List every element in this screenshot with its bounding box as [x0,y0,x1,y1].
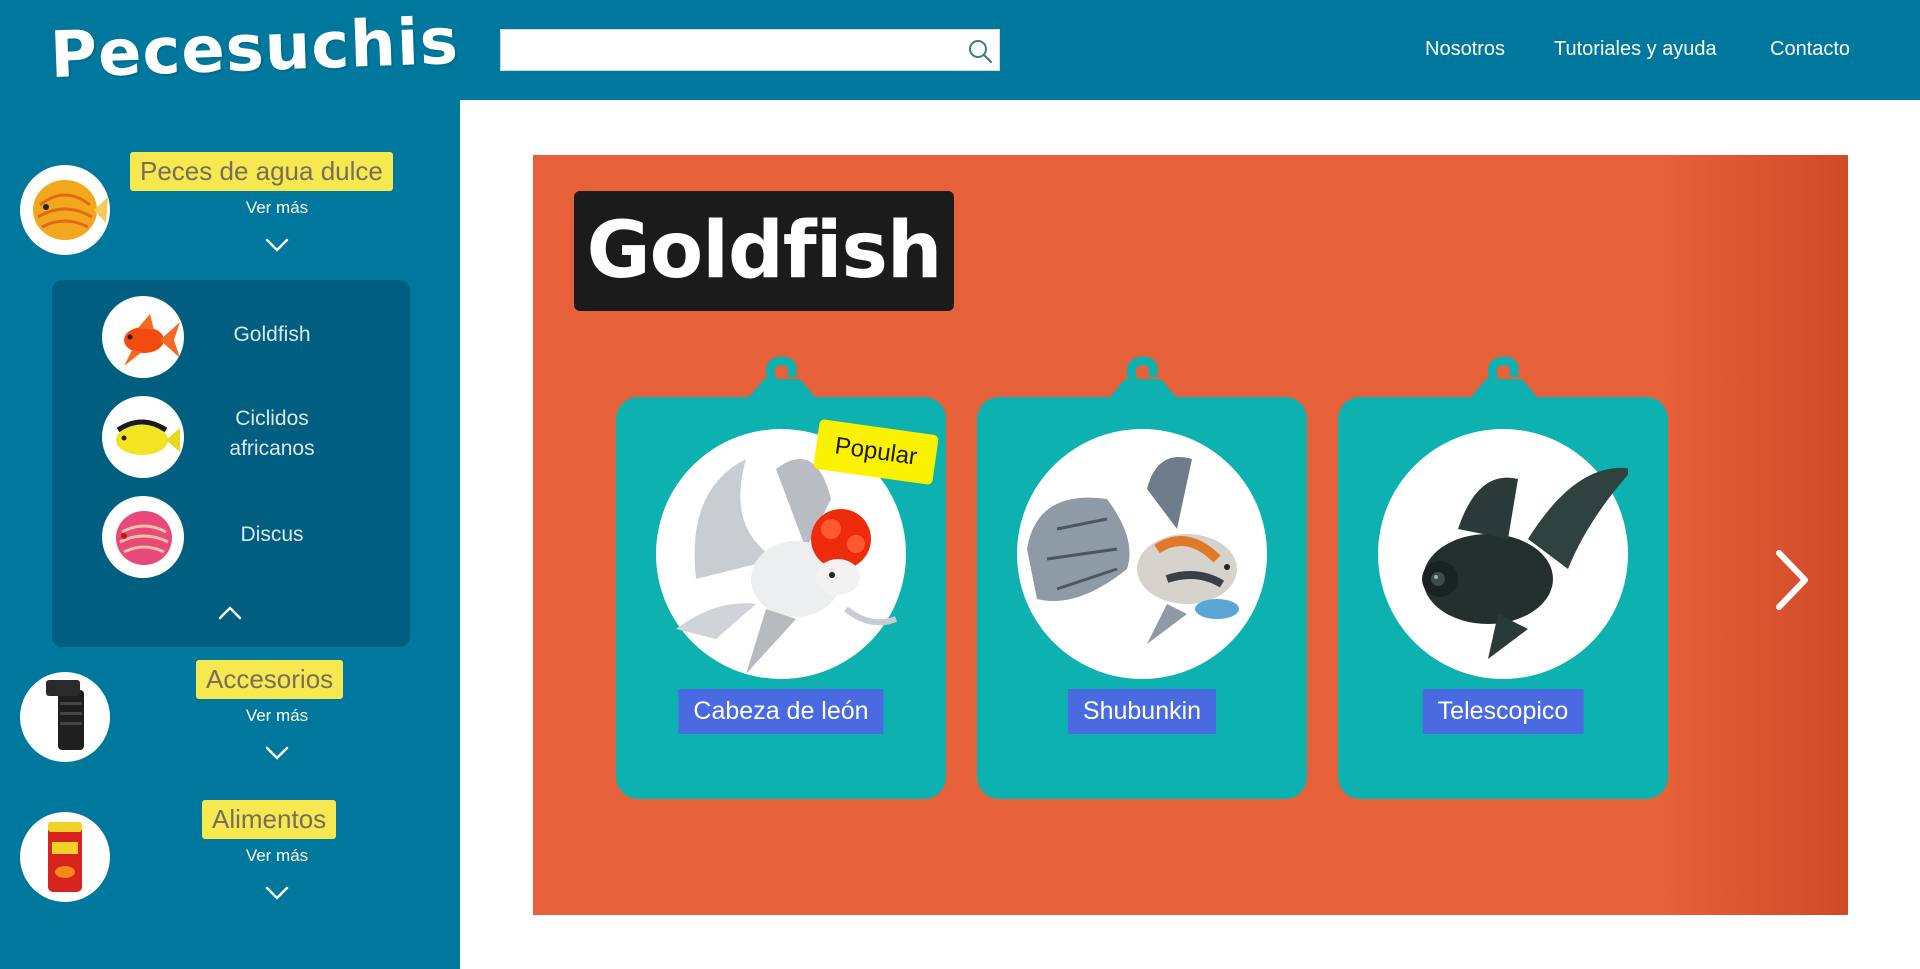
ver-mas-accessories[interactable]: Ver más [207,706,347,726]
chevron-right-icon[interactable] [1767,547,1817,613]
chevron-down-icon[interactable] [264,236,290,254]
cichlid-icon [116,419,180,455]
nav-tutoriales[interactable]: Tutoriales y ayuda [1554,38,1717,61]
card-label: Telescopico [1422,689,1584,734]
ver-mas-food[interactable]: Ver más [207,846,347,866]
shubunkin-fish-icon [1027,457,1239,644]
goldfish-icon [124,314,180,366]
site-header: Pecesuchis Nosotros Tutoriales y ayuda C… [0,0,1920,100]
aquarium-filter-icon [46,680,84,750]
search-input[interactable] [501,30,961,70]
telescope-goldfish-icon [1422,467,1633,659]
page-title: Goldfish [586,206,943,296]
discus-fish-icon [116,511,172,565]
ver-mas-freshwater[interactable]: Ver más [207,198,347,218]
site-logo[interactable]: Pecesuchis [49,5,460,93]
submenu-item-ciclidos[interactable]: Ciclidos africanos [52,394,410,478]
sidebar: Peces de agua dulce Ver más Goldfish Cic… [0,100,460,969]
chevron-up-icon[interactable] [217,604,243,622]
submenu-label: Discus [240,523,304,546]
card-image [1017,429,1267,679]
nav-contacto[interactable]: Contacto [1770,38,1850,61]
freshwater-submenu: Goldfish Ciclidos africanos Discus [52,280,410,647]
page-title-box: Goldfish [574,191,954,311]
product-card-telescopico[interactable]: Telescopico [1338,355,1668,800]
product-card-cabeza-de-leon[interactable]: Cabeza de león Popular [616,355,946,800]
chevron-down-icon[interactable] [264,744,290,762]
card-hanger-icon [1466,356,1542,403]
card-label: Cabeza de león [678,689,884,734]
search-bar [500,29,1000,71]
card-body: Shubunkin [977,397,1307,799]
search-icon[interactable] [967,38,993,64]
chevron-down-icon[interactable] [264,884,290,902]
product-card-shubunkin[interactable]: Shubunkin [977,355,1307,800]
submenu-label: Goldfish [233,323,311,346]
cichlid-thumbnail [102,396,184,478]
freshwater-fish-thumbnail[interactable] [20,165,110,255]
submenu-item-goldfish[interactable]: Goldfish [52,294,410,378]
accessories-thumbnail[interactable] [20,672,110,762]
category-title-accessories[interactable]: Accesorios [196,660,344,699]
category-title-food[interactable]: Alimentos [202,800,337,839]
submenu-label: Ciclidos africanos [229,407,315,460]
nav-nosotros[interactable]: Nosotros [1425,38,1505,61]
card-hanger-icon [744,356,820,403]
discus-thumbnail [102,496,184,578]
category-title-freshwater[interactable]: Peces de agua dulce [130,152,393,191]
food-thumbnail[interactable] [20,812,110,902]
discus-fish-icon [33,180,108,240]
card-label: Shubunkin [1067,689,1217,734]
card-hanger-icon [1105,356,1181,403]
goldfish-banner: Goldfish Cabeza de león Popular Shubunki… [533,155,1848,915]
card-body: Telescopico [1338,397,1668,799]
submenu-item-discus[interactable]: Discus [52,494,410,578]
fish-food-can-icon [48,822,82,892]
card-image [1378,429,1633,679]
goldfish-thumbnail [102,296,184,378]
